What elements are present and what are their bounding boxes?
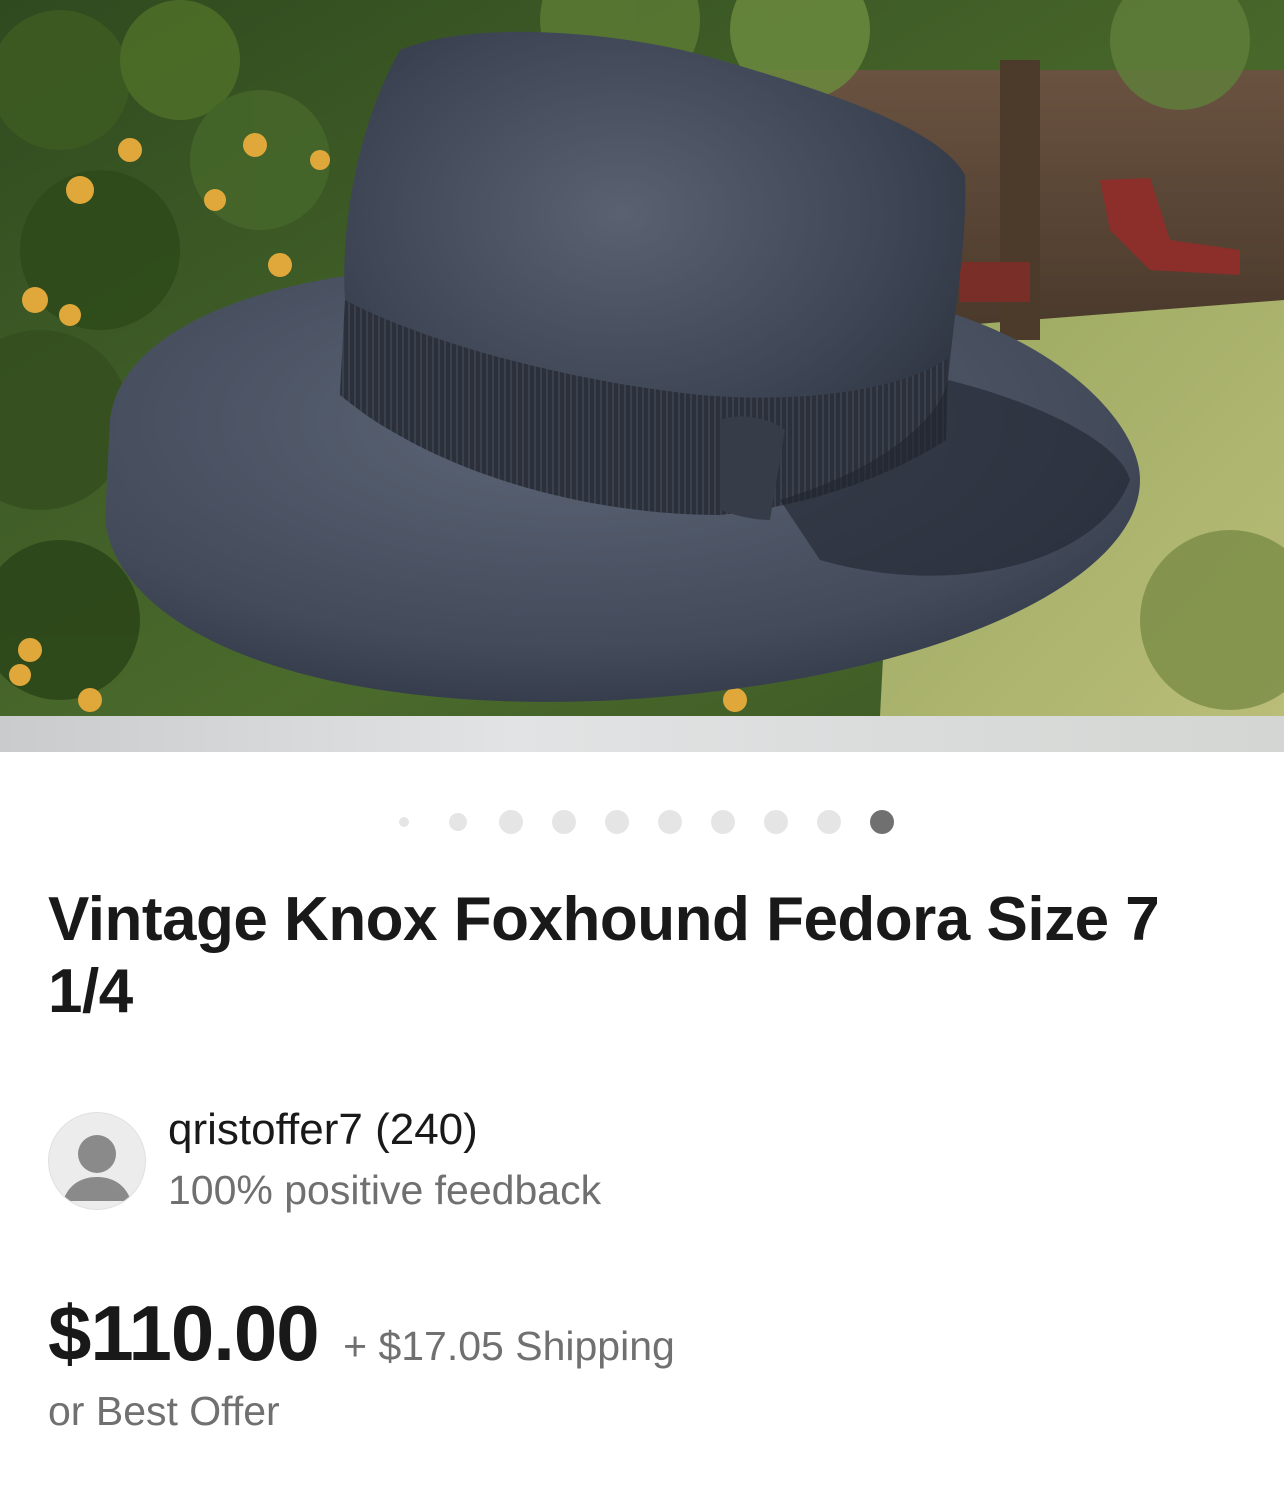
carousel-dot[interactable] — [711, 810, 735, 834]
carousel-dot-active[interactable] — [870, 810, 894, 834]
price: $110.00 — [48, 1289, 320, 1377]
shipping-cost: + $17.05 Shipping — [343, 1323, 675, 1369]
seller-name[interactable]: qristoffer7 (240) — [168, 1104, 478, 1156]
carousel-dot[interactable] — [764, 810, 788, 834]
best-offer-label: or Best Offer — [48, 1388, 280, 1434]
image-bottom-strip — [0, 716, 1284, 752]
product-image[interactable] — [0, 0, 1284, 716]
seller-feedback: 100% positive feedback — [168, 1167, 602, 1213]
image-carousel-indicator[interactable] — [0, 808, 1284, 834]
default-user-avatar-icon[interactable] — [48, 1112, 146, 1210]
carousel-dot[interactable] — [499, 810, 523, 834]
carousel-dot[interactable] — [605, 810, 629, 834]
seller-info[interactable]: qristoffer7 (240) 100% positive feedback — [48, 1105, 1238, 1213]
carousel-dot[interactable] — [658, 810, 682, 834]
fedora-photo — [0, 0, 1284, 716]
carousel-dot[interactable] — [552, 810, 576, 834]
listing-page: Vintage Knox Foxhound Fedora Size 7 1/4 … — [0, 0, 1284, 1509]
carousel-dot[interactable] — [399, 817, 409, 827]
carousel-dot[interactable] — [817, 810, 841, 834]
listing-title: Vintage Knox Foxhound Fedora Size 7 1/4 — [48, 885, 1160, 1026]
price-row: $110.00 + $17.05 Shipping — [48, 1288, 1248, 1378]
carousel-dot[interactable] — [449, 813, 467, 831]
